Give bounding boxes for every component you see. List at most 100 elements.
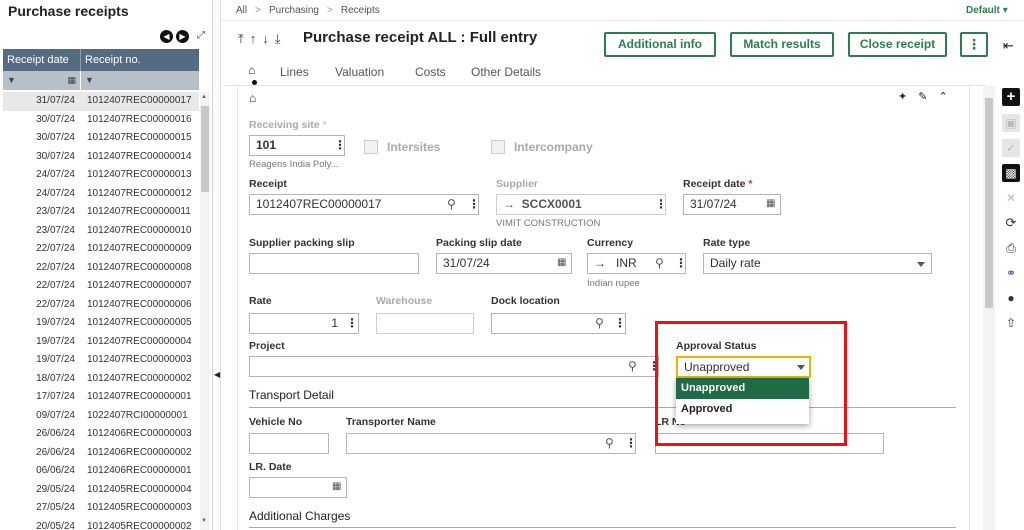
vehicle-no-input[interactable]	[249, 433, 329, 454]
list-item[interactable]: 30/07/24 1012407REC00000014	[3, 148, 199, 167]
list-item[interactable]: 22/07/24 1012407REC00000006	[3, 296, 199, 315]
supplier-packing-slip-input[interactable]	[249, 253, 419, 274]
more-icon[interactable]: ⋮	[655, 198, 667, 210]
share-icon[interactable]: ⇧	[1002, 314, 1020, 332]
last-record-icon[interactable]: ⤓	[275, 31, 281, 47]
home-icon[interactable]: ⌂	[249, 91, 256, 105]
calendar-icon[interactable]: ▦	[332, 481, 341, 492]
tab-other-details[interactable]: Other Details	[471, 65, 541, 79]
more-actions-button[interactable]: ⋮	[960, 32, 988, 57]
more-icon[interactable]: ⋮	[468, 198, 480, 210]
save-icon[interactable]: ▣	[1002, 114, 1020, 132]
transporter-name-input[interactable]	[346, 433, 636, 454]
match-results-button[interactable]: Match results	[730, 32, 834, 57]
list-item[interactable]: 22/07/24 1012407REC00000008	[3, 259, 199, 278]
dock-location-input[interactable]	[491, 313, 626, 334]
intersites-checkbox[interactable]	[364, 140, 378, 154]
breadcrumb-item[interactable]: All	[236, 5, 247, 16]
previous-icon[interactable]: ◀	[160, 30, 173, 43]
list-item[interactable]: 30/07/24 1012407REC00000016	[3, 111, 199, 130]
filter-icon[interactable]: ▼	[7, 75, 16, 85]
list-item[interactable]: 06/06/24 1012406REC00000001	[3, 462, 199, 481]
currency-input[interactable]: → INR	[587, 253, 686, 274]
filter-no[interactable]: ▼	[81, 71, 199, 90]
list-item[interactable]: 24/07/24 1012407REC00000013	[3, 166, 199, 185]
search-icon[interactable]: ⚲	[628, 359, 637, 373]
additional-info-button[interactable]: Additional info	[604, 32, 716, 57]
rate-input[interactable]: 1	[249, 313, 359, 334]
more-icon[interactable]: ⋮	[334, 139, 346, 151]
list-item[interactable]: 26/06/24 1012406REC00000002	[3, 444, 199, 463]
packing-slip-date-input[interactable]: 31/07/24	[436, 253, 572, 274]
home-icon[interactable]: ⌂	[248, 63, 255, 77]
receipt-input[interactable]: 1012407REC00000017	[249, 194, 479, 215]
close-icon[interactable]: ✕	[1002, 189, 1020, 207]
collapse-icon[interactable]: ⌃	[938, 90, 947, 103]
close-receipt-button[interactable]: Close receipt	[848, 32, 947, 57]
search-icon[interactable]: ⚲	[605, 436, 614, 450]
more-icon[interactable]: ⋮	[625, 437, 637, 449]
chat-icon[interactable]: ●	[1002, 289, 1020, 307]
calendar-icon[interactable]: ▦	[67, 71, 76, 90]
default-menu[interactable]: Default ▾	[966, 5, 1008, 16]
list-item[interactable]: 24/07/24 1012407REC00000012	[3, 185, 199, 204]
list-item[interactable]: 19/07/24 1012407REC00000003	[3, 351, 199, 370]
more-icon[interactable]: ⋮	[346, 317, 358, 329]
add-icon[interactable]: +	[1002, 88, 1020, 106]
list-item[interactable]: 22/07/24 1012407REC00000009	[3, 240, 199, 259]
list-item[interactable]: 19/07/24 1012407REC00000005	[3, 314, 199, 333]
list-item[interactable]: 26/06/24 1012406REC00000003	[3, 425, 199, 444]
list-item[interactable]: 20/05/24 1012405REC00000002	[3, 518, 199, 530]
check-icon[interactable]: ✓	[1002, 139, 1020, 157]
scroll-thumb[interactable]	[985, 98, 993, 308]
arrow-right-icon[interactable]: →	[594, 256, 606, 270]
expand-icon[interactable]: ⤢	[197, 30, 205, 41]
tab-costs[interactable]: Costs	[415, 65, 446, 79]
rate-type-select[interactable]: Daily rate	[703, 253, 932, 274]
breadcrumb-item[interactable]: Receipts	[341, 5, 380, 16]
next-record-icon[interactable]: ↓	[262, 31, 269, 47]
previous-record-icon[interactable]: ↑	[250, 31, 257, 47]
more-icon[interactable]: ⋮	[614, 317, 626, 329]
column-receipt-date[interactable]: Receipt date	[3, 49, 81, 71]
calendar-icon[interactable]: ▦	[766, 198, 775, 209]
supplier-input[interactable]: → SCCX0001	[496, 194, 666, 215]
warehouse-input[interactable]	[376, 313, 474, 334]
tab-lines[interactable]: Lines	[280, 65, 309, 79]
list-item[interactable]: 23/07/24 1012407REC00000010	[3, 222, 199, 241]
list-item[interactable]: 18/07/24 1012407REC00000002	[3, 370, 199, 389]
scroll-thumb[interactable]	[201, 106, 209, 192]
refresh-icon[interactable]: ⟳	[1002, 214, 1020, 232]
form-scrollbar[interactable]	[983, 86, 995, 530]
arrow-right-icon[interactable]: →	[503, 197, 515, 211]
first-record-icon[interactable]: ⤒	[238, 31, 244, 47]
print-icon[interactable]: ⎙	[1002, 239, 1020, 257]
delete-icon[interactable]: ▩	[1002, 164, 1020, 182]
intercompany-checkbox[interactable]	[491, 140, 505, 154]
search-icon[interactable]: ⚲	[447, 197, 456, 211]
list-item[interactable]: 30/07/24 1012407REC00000015	[3, 129, 199, 148]
exit-icon[interactable]: ⇤	[1003, 38, 1014, 54]
filter-date[interactable]: ▼ ▦	[3, 71, 81, 90]
column-receipt-no[interactable]: Receipt no.	[81, 49, 199, 71]
list-item[interactable]: 29/05/24 1012405REC00000004	[3, 481, 199, 500]
list-item[interactable]: 19/07/24 1012407REC00000004	[3, 333, 199, 352]
list-item[interactable]: 17/07/24 1012407REC00000001	[3, 388, 199, 407]
receiving-site-input[interactable]: 101	[249, 135, 345, 156]
tab-valuation[interactable]: Valuation	[335, 65, 384, 79]
scroll-up-icon[interactable]: ▲	[201, 94, 207, 100]
search-icon[interactable]: ⚲	[655, 256, 664, 270]
breadcrumb-item[interactable]: Purchasing	[269, 5, 319, 16]
project-input[interactable]	[249, 356, 659, 377]
list-scrollbar[interactable]	[200, 92, 210, 530]
next-icon[interactable]: ▶	[176, 30, 189, 43]
edit-icon[interactable]: ✎	[918, 90, 927, 103]
panel-splitter[interactable]	[213, 0, 221, 530]
list-item[interactable]: 22/07/24 1012407REC00000007	[3, 277, 199, 296]
list-item[interactable]: 31/07/24 1012407REC00000017	[3, 92, 199, 111]
attachment-icon[interactable]: ⚭	[1002, 264, 1020, 282]
collapse-panel-icon[interactable]: ◀	[214, 370, 220, 379]
list-item[interactable]: 23/07/24 1012407REC00000011	[3, 203, 199, 222]
filter-icon[interactable]: ▼	[85, 75, 94, 85]
pin-icon[interactable]: ✦	[898, 90, 907, 103]
